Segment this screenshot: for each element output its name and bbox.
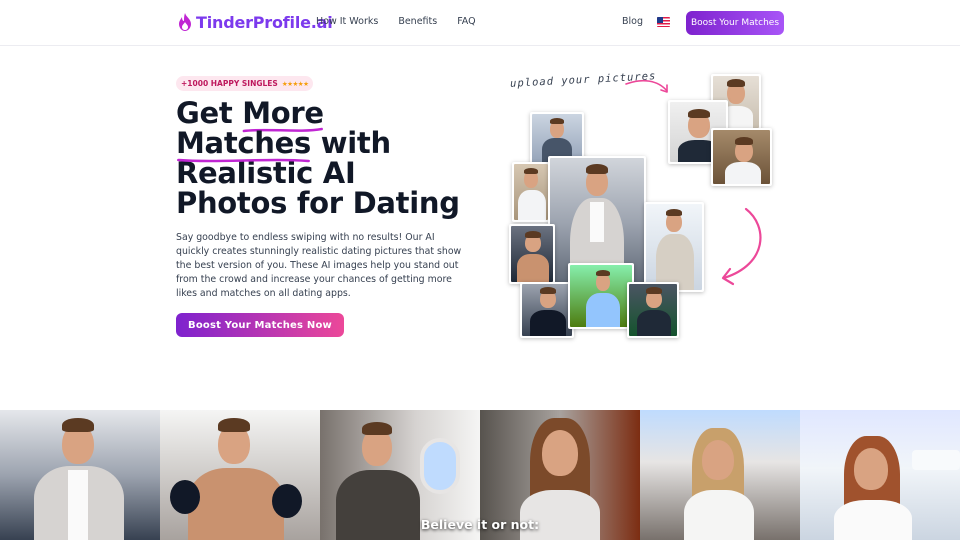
generated-photo	[509, 224, 555, 284]
us-flag-icon[interactable]	[657, 17, 670, 27]
headline-line-4: Photos for Dating	[176, 186, 460, 220]
nav-link-benefits[interactable]: Benefits	[398, 16, 437, 27]
logo-text: TinderProfile.ai	[196, 12, 333, 32]
headline-highlight: Matches	[176, 126, 311, 163]
generated-photo	[520, 282, 574, 338]
nav-link-faq[interactable]: FAQ	[457, 16, 475, 27]
headline-line-2: Matches with	[176, 126, 486, 163]
underline-squiggle	[177, 158, 310, 163]
generated-photo	[568, 263, 634, 329]
nav-link-blog[interactable]: Blog	[622, 16, 643, 27]
boost-matches-now-button[interactable]: Boost Your Matches Now	[176, 313, 344, 337]
curved-arrow-icon	[721, 207, 762, 286]
badge-text: +1000 HAPPY SINGLES	[181, 79, 278, 88]
uploaded-photo	[711, 128, 772, 186]
logo[interactable]: TinderProfile.ai	[178, 11, 333, 33]
generated-photo	[644, 202, 704, 292]
headline-line-1: Get More	[176, 96, 486, 133]
hero-headline: Get More Matches with Realistic AI Photo…	[176, 98, 486, 218]
generated-photo	[627, 282, 679, 338]
top-nav: TinderProfile.ai How It Works Benefits F…	[0, 0, 960, 46]
believe-it-caption: Believe it or not:	[420, 517, 540, 532]
happy-singles-badge: +1000 HAPPY SINGLES ★★★★★	[176, 76, 314, 91]
headline-text: Matches	[176, 126, 311, 160]
flame-icon	[179, 13, 191, 31]
star-rating-icon: ★★★★★	[281, 79, 309, 88]
nav-links: How It Works Benefits FAQ	[316, 16, 476, 27]
headline-text: More	[242, 96, 324, 130]
boost-matches-nav-button[interactable]: Boost Your Matches	[686, 11, 784, 35]
generated-photo	[512, 162, 550, 222]
nav-link-how-it-works[interactable]: How It Works	[316, 16, 378, 27]
headline-highlight: More	[242, 96, 324, 133]
headline-text: Get	[176, 96, 243, 130]
curved-arrow-icon	[625, 79, 668, 93]
hero-description: Say goodbye to endless swiping with no r…	[176, 232, 462, 299]
